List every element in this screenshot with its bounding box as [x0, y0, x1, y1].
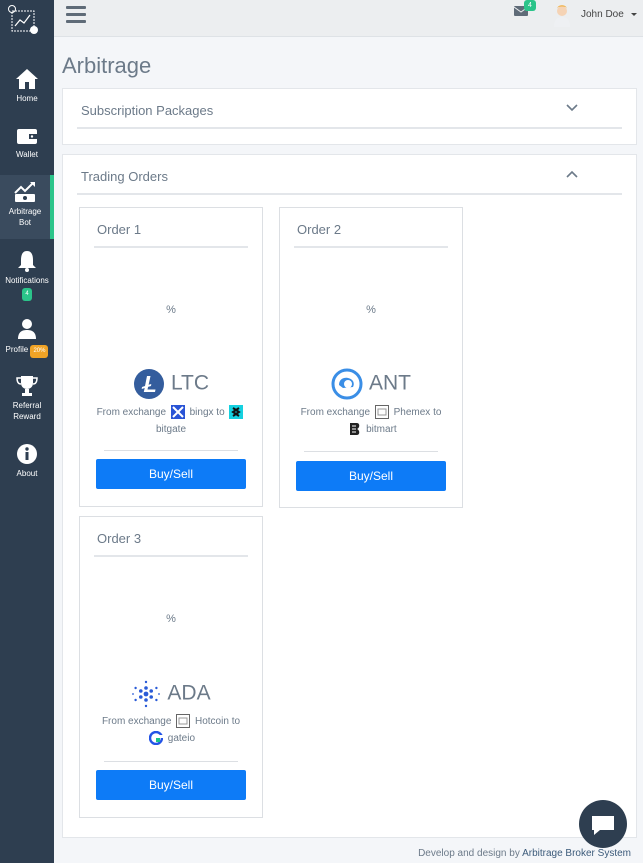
order-title: Order 3	[97, 531, 142, 546]
coin-row: LTC	[80, 368, 262, 400]
sidebar-item-label: Profile	[5, 345, 29, 354]
sidebar-item-about[interactable]: About	[0, 443, 54, 483]
bitmart-icon	[350, 423, 360, 436]
from-exchange: bingx	[189, 407, 214, 418]
divider	[104, 450, 238, 451]
bell-icon	[18, 251, 36, 272]
sidebar-item-label: Home	[16, 94, 38, 103]
order-percent: %	[366, 304, 376, 316]
cardano-icon	[132, 680, 161, 708]
divider	[294, 246, 448, 248]
trading-orders-title: Trading Orders	[81, 169, 168, 184]
sidebar-item-label: Notifications	[5, 276, 49, 285]
divider	[104, 761, 238, 762]
notification-badge: 4	[22, 288, 32, 301]
order-card: Order 1 % LTC From exchange bingx to bit…	[79, 207, 263, 507]
footer-link[interactable]: Arbitrage Broker System	[522, 848, 631, 859]
order-card: Order 2 % ANT From exchange Phemex to bi…	[279, 207, 463, 508]
exchange-route: From exchange bingx to bitgate	[90, 404, 252, 438]
subscription-title: Subscription Packages	[81, 103, 214, 118]
sidebar-item-label: Arbitrage	[8, 207, 42, 216]
gateio-icon	[148, 731, 163, 746]
subscription-header[interactable]: Subscription Packages	[77, 89, 622, 129]
page-title: Arbitrage	[62, 53, 152, 78]
coin-symbol: ADA	[167, 681, 211, 705]
sidebar-item-label-2: Reward	[13, 412, 41, 421]
litecoin-icon	[133, 369, 164, 399]
menu-toggle-icon[interactable]	[66, 6, 86, 24]
divider	[94, 246, 248, 248]
sidebar-item-referral-reward[interactable]: Referral Reward	[0, 375, 54, 425]
to-label: to	[433, 407, 442, 418]
sidebar: Home Wallet Arbitrage Bot Notifications …	[0, 0, 54, 863]
avatar[interactable]	[553, 3, 571, 27]
order-title: Order 2	[297, 222, 342, 237]
to-exchange: bitmart	[366, 424, 397, 435]
footer: Develop and design by Arbitrage Broker S…	[418, 848, 631, 859]
divider	[304, 451, 438, 452]
user-icon	[18, 319, 36, 339]
coin-symbol: ANT	[369, 371, 411, 395]
buy-sell-button[interactable]: Buy/Sell	[96, 459, 246, 489]
buy-sell-button[interactable]: Buy/Sell	[296, 461, 446, 491]
from-exchange: Hotcoin	[195, 716, 229, 727]
from-label: From exchange	[300, 407, 371, 418]
order-title: Order 1	[97, 222, 142, 237]
sidebar-item-label: Wallet	[16, 150, 38, 159]
trophy-icon	[16, 376, 38, 396]
chart-icon	[14, 182, 35, 202]
from-label: From exchange	[101, 716, 172, 727]
chevron-down-icon[interactable]	[631, 13, 637, 16]
exchange-route: From exchange Phemex to bitmart	[290, 404, 452, 438]
sidebar-item-arbitrage-bot[interactable]: Arbitrage Bot	[0, 175, 54, 239]
aragon-icon	[331, 368, 363, 400]
bitgate-icon	[229, 405, 244, 420]
from-exchange: Phemex	[393, 407, 431, 418]
from-label: From exchange	[96, 407, 167, 418]
phemex-icon	[374, 405, 389, 420]
home-icon	[16, 69, 38, 89]
order-card: Order 3 % ADA From exchange Hotcoin to g…	[79, 516, 263, 818]
footer-text: Develop and design by	[418, 848, 520, 859]
order-percent: %	[166, 613, 176, 625]
mail-badge: 4	[524, 0, 536, 11]
buy-sell-button[interactable]: Buy/Sell	[96, 770, 246, 800]
divider	[94, 555, 248, 557]
coin-symbol: LTC	[170, 371, 210, 395]
hotcoin-icon	[176, 714, 191, 729]
info-icon	[17, 444, 37, 464]
topbar: 4 John Doe	[54, 0, 643, 37]
exchange-route: From exchange Hotcoin to gateio	[90, 713, 252, 747]
to-label: to	[216, 407, 225, 418]
sidebar-item-notifications[interactable]: Notifications 4	[0, 250, 54, 301]
coin-row: ANT	[280, 368, 462, 400]
wallet-icon	[17, 129, 37, 144]
coin-row: ADA	[80, 679, 262, 709]
bingx-icon	[170, 405, 185, 420]
profile-badge: 20%	[30, 345, 49, 358]
sidebar-item-label-2: Bot	[18, 218, 31, 227]
sidebar-item-profile[interactable]: Profile 20%	[0, 318, 54, 358]
sidebar-item-label: About	[16, 469, 38, 478]
order-percent: %	[166, 304, 176, 316]
trading-orders-header[interactable]: Trading Orders	[77, 155, 622, 195]
sidebar-item-label: Referral	[12, 401, 42, 410]
chevron-down-icon[interactable]	[566, 104, 578, 112]
to-exchange: gateio	[167, 733, 196, 744]
to-label: to	[231, 716, 241, 727]
user-name[interactable]: John Doe	[581, 9, 624, 20]
sidebar-item-home[interactable]: Home	[0, 68, 54, 108]
chat-icon	[592, 816, 614, 835]
logo[interactable]	[8, 4, 40, 36]
to-exchange: bitgate	[155, 424, 187, 435]
chat-button[interactable]	[579, 800, 627, 848]
subscription-card: Subscription Packages	[62, 88, 637, 145]
sidebar-item-wallet[interactable]: Wallet	[0, 126, 54, 166]
chevron-up-icon[interactable]	[566, 170, 578, 178]
